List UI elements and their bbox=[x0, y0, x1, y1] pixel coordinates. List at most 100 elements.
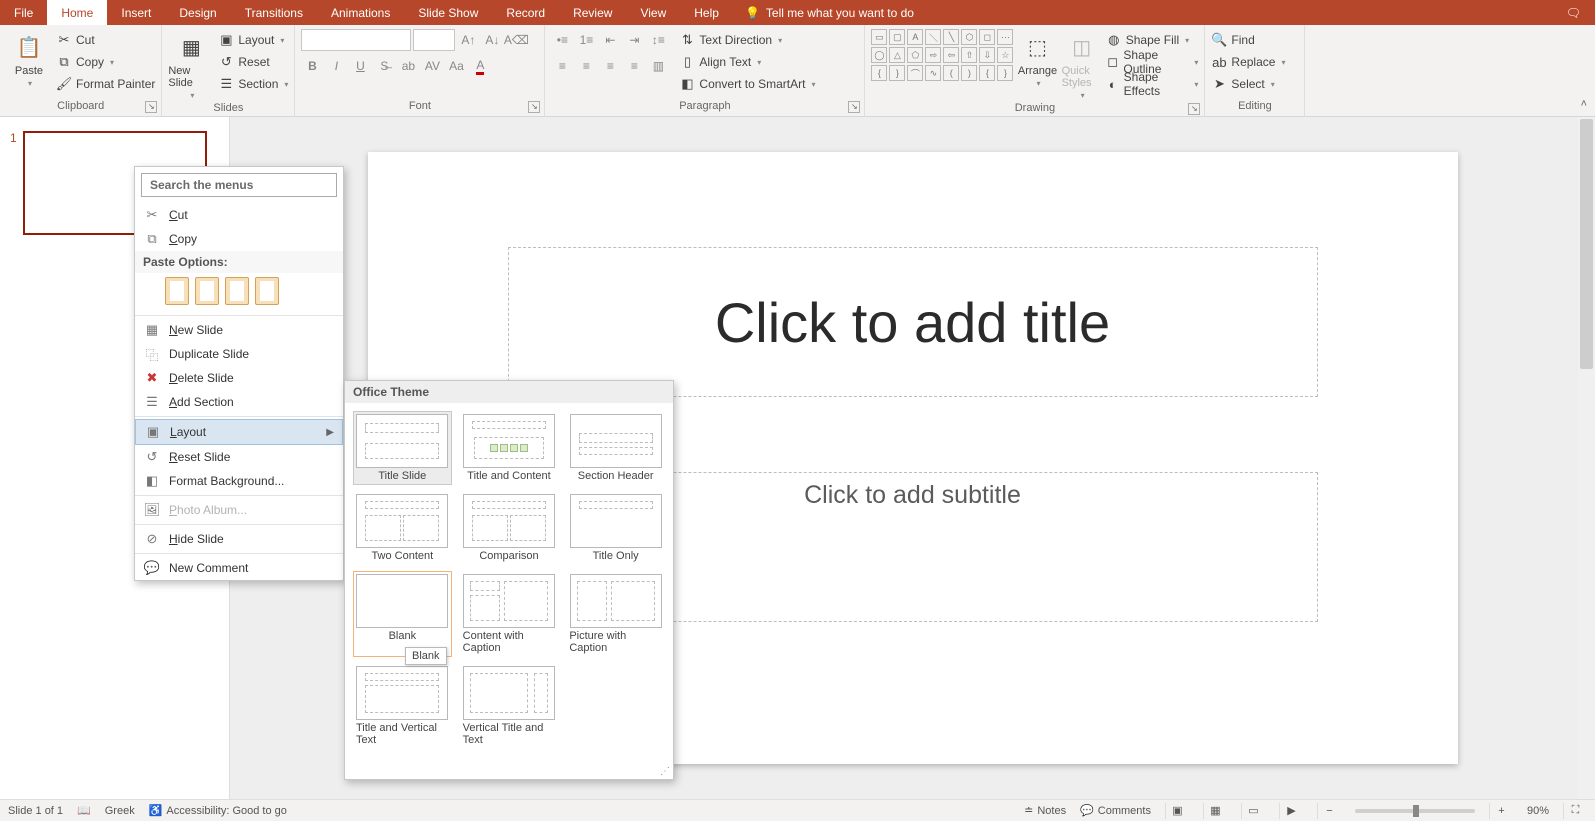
copy-button[interactable]: ⧉Copy▾ bbox=[56, 51, 155, 73]
font-color-button[interactable]: A bbox=[469, 55, 491, 77]
layout-blank[interactable]: Blank bbox=[353, 571, 452, 657]
tab-view[interactable]: View bbox=[626, 0, 680, 25]
clear-format-button[interactable]: A⌫ bbox=[505, 29, 527, 51]
font-name-combo[interactable] bbox=[301, 29, 411, 51]
layout-vertical-title-text[interactable]: Vertical Title and Text bbox=[460, 663, 559, 749]
italic-button[interactable]: I bbox=[325, 55, 347, 77]
layout-two-content[interactable]: Two Content bbox=[353, 491, 452, 565]
shape-effects-button[interactable]: ◐Shape Effects▾ bbox=[1106, 73, 1199, 95]
ctx-format-background[interactable]: ◧Format Background... bbox=[135, 469, 343, 493]
zoom-out-button[interactable]: − bbox=[1317, 803, 1341, 819]
arrange-button[interactable]: ⬚Arrange▾ bbox=[1017, 29, 1057, 100]
layout-title-vertical-text[interactable]: Title and Vertical Text bbox=[353, 663, 452, 749]
tab-transitions[interactable]: Transitions bbox=[231, 0, 317, 25]
paste-text-only[interactable] bbox=[255, 277, 279, 305]
quick-styles-button[interactable]: ◫Quick Styles▾ bbox=[1062, 29, 1102, 100]
share-icon[interactable]: 🗨 bbox=[1552, 0, 1595, 25]
tab-review[interactable]: Review bbox=[559, 0, 626, 25]
tab-record[interactable]: Record bbox=[492, 0, 559, 25]
status-language[interactable]: Greek bbox=[105, 805, 135, 817]
layout-comparison[interactable]: Comparison bbox=[460, 491, 559, 565]
notes-button[interactable]: ≐ Notes bbox=[1024, 804, 1066, 817]
paste-picture[interactable] bbox=[225, 277, 249, 305]
menu-search-input[interactable]: Search the menus bbox=[141, 173, 337, 197]
find-button[interactable]: 🔍Find bbox=[1211, 29, 1298, 51]
tab-help[interactable]: Help bbox=[680, 0, 733, 25]
line-spacing-button[interactable]: ↕≡ bbox=[647, 29, 669, 51]
fit-to-window-button[interactable]: ⛶ bbox=[1563, 803, 1587, 819]
paste-dest-theme[interactable] bbox=[165, 277, 189, 305]
justify-button[interactable]: ≡ bbox=[623, 55, 645, 77]
tab-design[interactable]: Design bbox=[165, 0, 230, 25]
font-size-combo[interactable] bbox=[413, 29, 455, 51]
cut-button[interactable]: ✂Cut bbox=[56, 29, 155, 51]
vertical-scrollbar[interactable] bbox=[1578, 117, 1595, 799]
shadow-button[interactable]: ab bbox=[397, 55, 419, 77]
slideshow-view-button[interactable]: ▶ bbox=[1279, 803, 1303, 819]
align-text-button[interactable]: ▯Align Text▾ bbox=[679, 51, 815, 73]
text-direction-button[interactable]: ⇅Text Direction▾ bbox=[679, 29, 815, 51]
grow-font-button[interactable]: A↑ bbox=[457, 29, 479, 51]
layout-title-slide[interactable]: Title Slide bbox=[353, 411, 452, 485]
layout-picture-with-caption[interactable]: Picture with Caption bbox=[566, 571, 665, 657]
tab-file[interactable]: File bbox=[0, 0, 47, 25]
collapse-ribbon-button[interactable]: ˄ bbox=[1581, 98, 1587, 110]
drawing-launcher[interactable]: ↘ bbox=[1188, 103, 1200, 115]
tell-me-search[interactable]: 💡 Tell me what you want to do bbox=[733, 0, 926, 25]
strike-button[interactable]: S̶ bbox=[373, 55, 395, 77]
ctx-new-slide[interactable]: ▦New Slide bbox=[135, 318, 343, 342]
outdent-button[interactable]: ⇤ bbox=[599, 29, 621, 51]
align-right-button[interactable]: ≡ bbox=[599, 55, 621, 77]
ctx-hide-slide[interactable]: ⊘Hide Slide bbox=[135, 527, 343, 551]
format-painter-button[interactable]: 🖌Format Painter bbox=[56, 73, 155, 95]
font-launcher[interactable]: ↘ bbox=[528, 101, 540, 113]
ctx-add-section[interactable]: ☰Add Section bbox=[135, 390, 343, 414]
layout-section-header[interactable]: Section Header bbox=[566, 411, 665, 485]
ctx-reset-slide[interactable]: ↺Reset Slide bbox=[135, 445, 343, 469]
zoom-level[interactable]: 90% bbox=[1527, 805, 1549, 817]
zoom-in-button[interactable]: + bbox=[1489, 803, 1513, 819]
layout-title-only[interactable]: Title Only bbox=[566, 491, 665, 565]
status-accessibility[interactable]: ♿ Accessibility: Good to go bbox=[149, 804, 287, 817]
status-spellcheck[interactable]: 📖 bbox=[77, 804, 91, 817]
section-button[interactable]: ☰Section▾ bbox=[218, 73, 288, 95]
ctx-layout[interactable]: ▣Layout▶ bbox=[135, 419, 343, 445]
replace-button[interactable]: abReplace▾ bbox=[1211, 51, 1298, 73]
clipboard-launcher[interactable]: ↘ bbox=[145, 101, 157, 113]
paste-button[interactable]: 📋 Paste ▾ bbox=[6, 29, 52, 95]
title-placeholder[interactable]: Click to add title bbox=[508, 247, 1318, 397]
underline-button[interactable]: U bbox=[349, 55, 371, 77]
new-slide-button[interactable]: ▦ New Slide ▾ bbox=[168, 29, 214, 100]
layout-button[interactable]: ▣Layout▾ bbox=[218, 29, 288, 51]
align-center-button[interactable]: ≡ bbox=[575, 55, 597, 77]
reset-button[interactable]: ↺Reset bbox=[218, 51, 288, 73]
bullets-button[interactable]: •≡ bbox=[551, 29, 573, 51]
layout-content-with-caption[interactable]: Content with Caption bbox=[460, 571, 559, 657]
ctx-copy[interactable]: ⧉Copy bbox=[135, 227, 343, 251]
paragraph-launcher[interactable]: ↘ bbox=[848, 101, 860, 113]
tab-insert[interactable]: Insert bbox=[107, 0, 165, 25]
shrink-font-button[interactable]: A↓ bbox=[481, 29, 503, 51]
ctx-cut[interactable]: ✂Cut bbox=[135, 203, 343, 227]
paste-keep-source[interactable] bbox=[195, 277, 219, 305]
select-button[interactable]: ➤Select▾ bbox=[1211, 73, 1298, 95]
tab-animations[interactable]: Animations bbox=[317, 0, 404, 25]
zoom-slider[interactable] bbox=[1355, 809, 1475, 813]
smartart-button[interactable]: ◧Convert to SmartArt▾ bbox=[679, 73, 815, 95]
numbering-button[interactable]: 1≡ bbox=[575, 29, 597, 51]
comments-button[interactable]: 💬 Comments bbox=[1080, 804, 1151, 817]
tab-slideshow[interactable]: Slide Show bbox=[404, 0, 492, 25]
ctx-new-comment[interactable]: 💬New Comment bbox=[135, 556, 343, 580]
indent-button[interactable]: ⇥ bbox=[623, 29, 645, 51]
tab-home[interactable]: Home bbox=[47, 0, 107, 25]
normal-view-button[interactable]: ▣ bbox=[1165, 803, 1189, 819]
columns-button[interactable]: ▥ bbox=[647, 55, 669, 77]
reading-view-button[interactable]: ▭ bbox=[1241, 803, 1265, 819]
highlight-button[interactable]: AV bbox=[421, 55, 443, 77]
shapes-gallery[interactable]: ▭▢A＼╲⬡◻⋯ ◯△⬠⇨⇦⇧⇩☆ {}⌒∿(){} bbox=[871, 29, 1013, 100]
ctx-delete-slide[interactable]: ✖Delete Slide bbox=[135, 366, 343, 390]
ctx-duplicate-slide[interactable]: ⿻Duplicate Slide bbox=[135, 342, 343, 366]
align-left-button[interactable]: ≡ bbox=[551, 55, 573, 77]
bold-button[interactable]: B bbox=[301, 55, 323, 77]
zoom-slider-thumb[interactable] bbox=[1413, 805, 1419, 817]
